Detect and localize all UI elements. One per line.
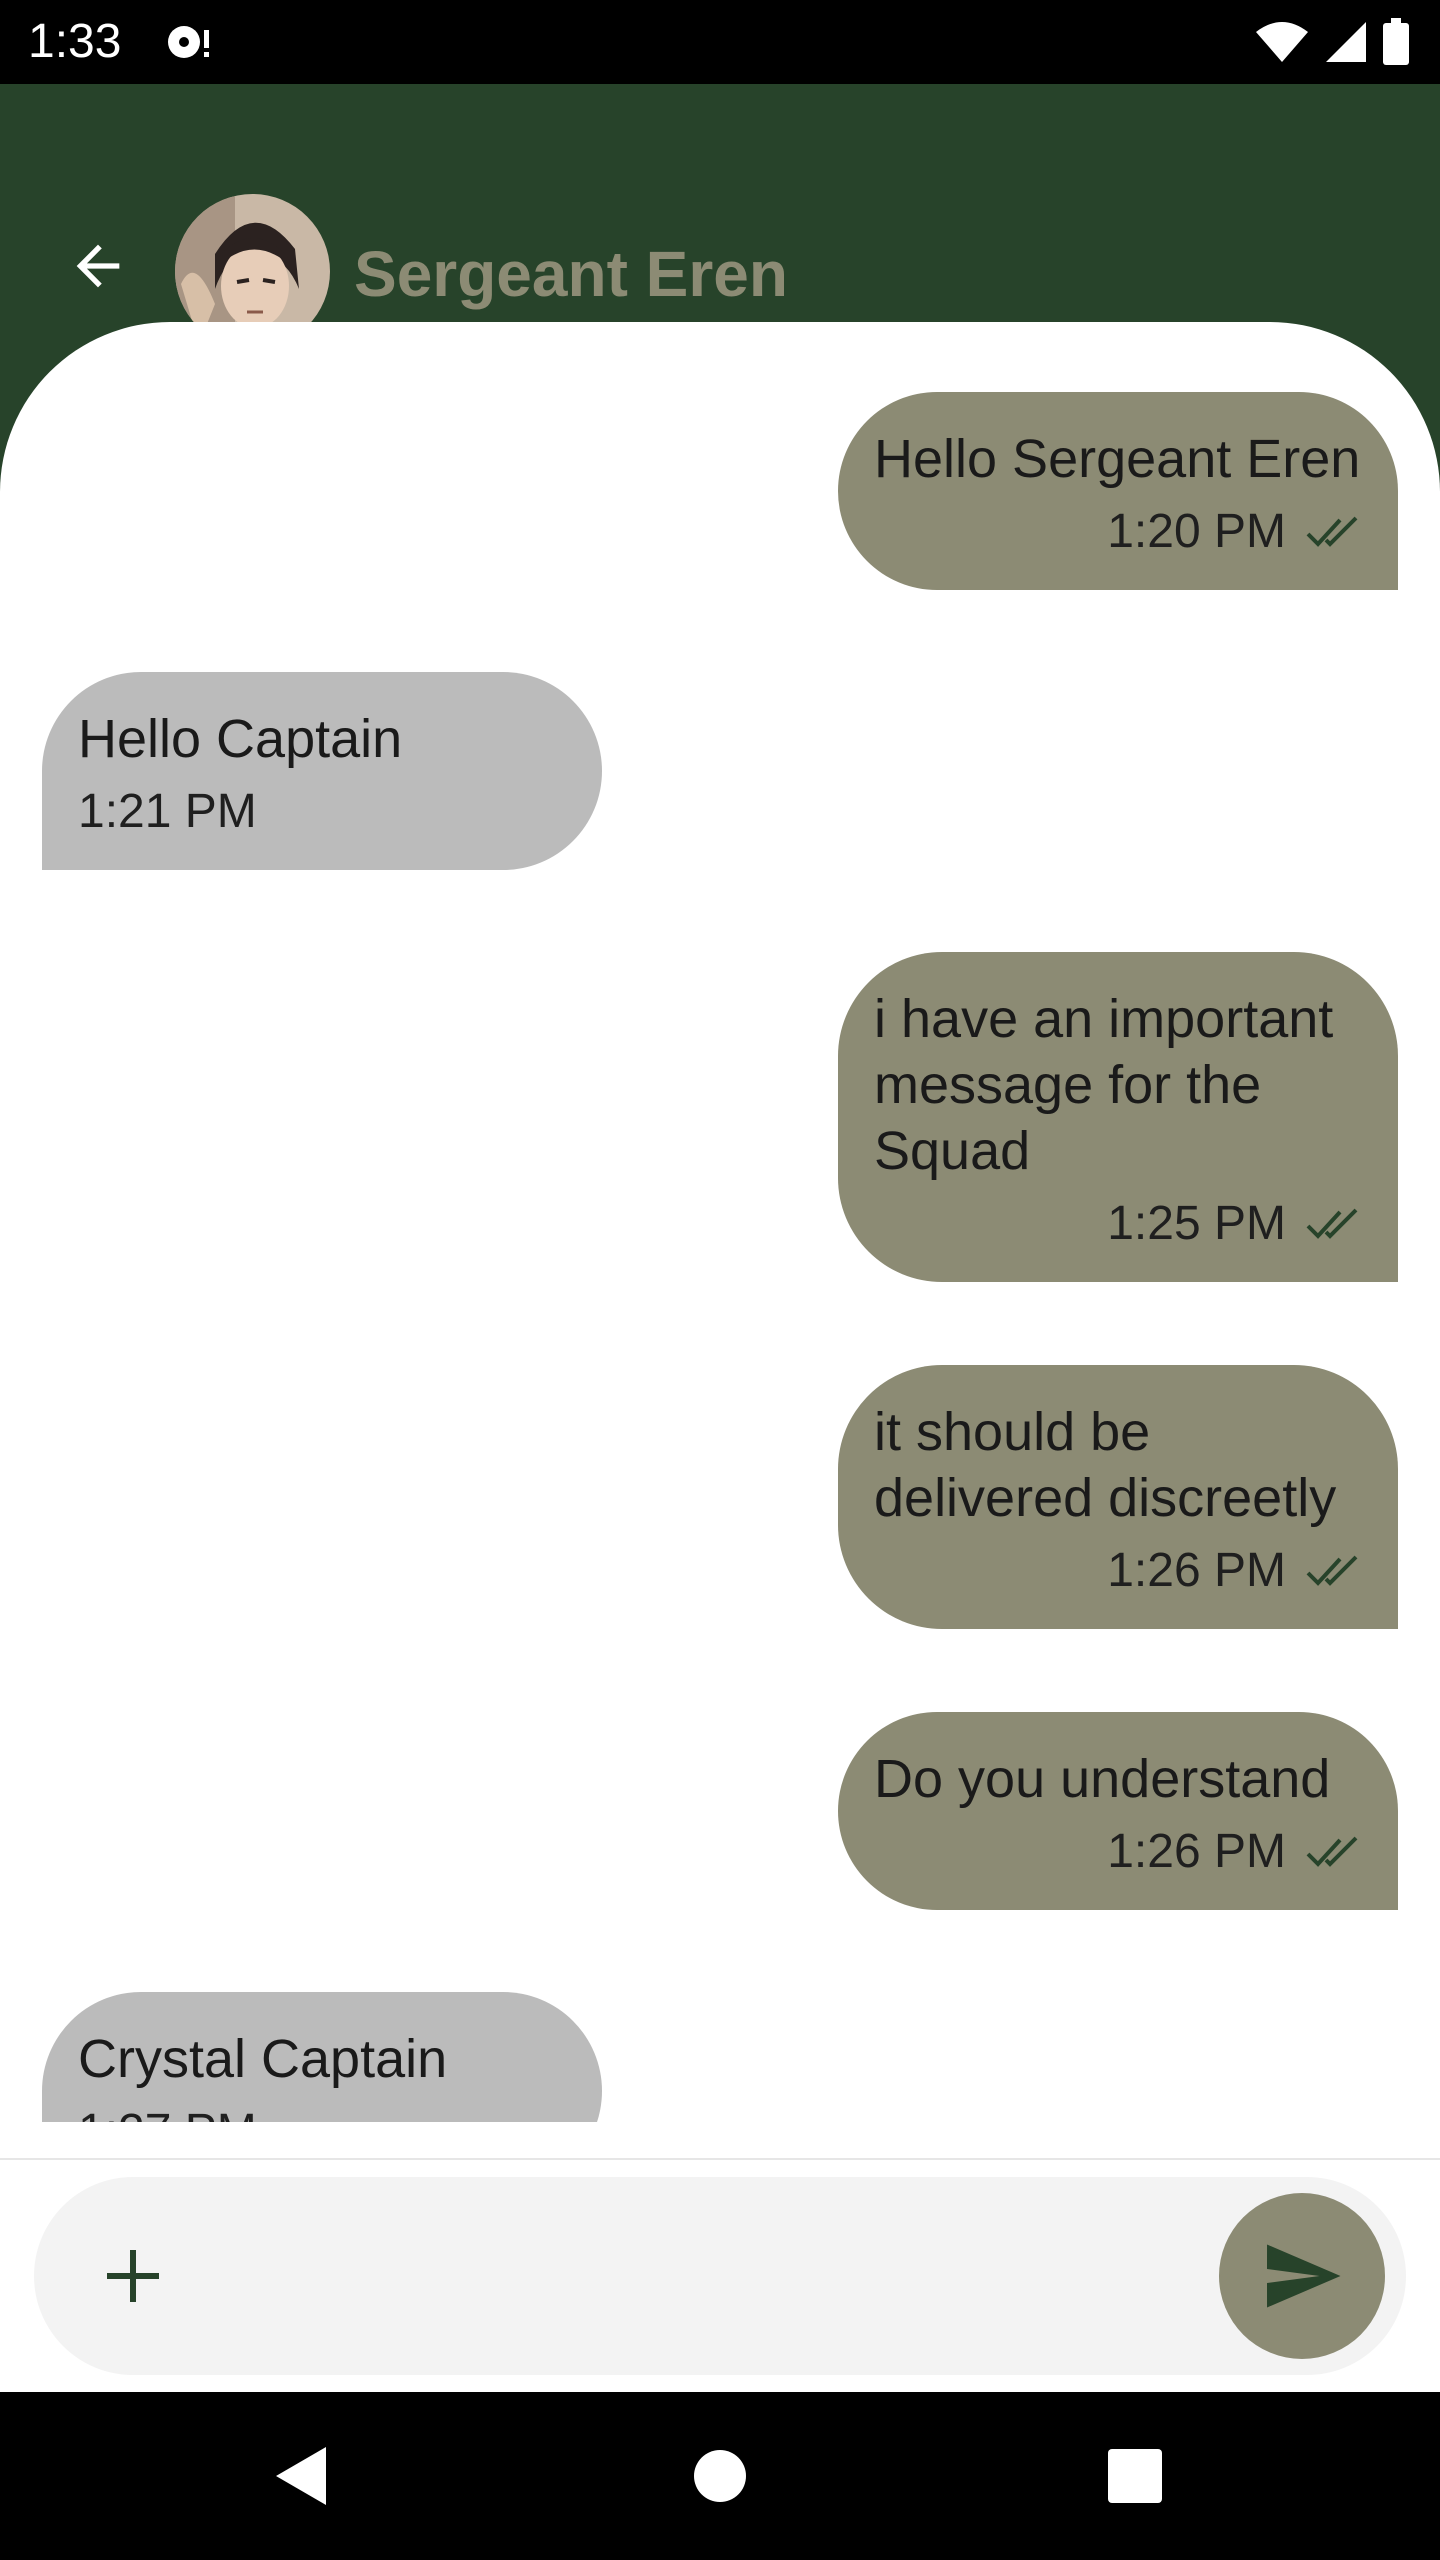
message-meta: 1:26 PM — [874, 1541, 1362, 1601]
message-text: Hello Captain — [78, 709, 403, 769]
nav-home-button[interactable] — [670, 2426, 770, 2526]
back-button[interactable] — [56, 224, 140, 308]
send-icon — [1267, 2244, 1341, 2308]
status-bar: 1:33 — [0, 0, 1440, 84]
send-button[interactable] — [1219, 2193, 1385, 2359]
message-meta: 1:27 PM — [78, 2102, 566, 2122]
message-meta: 1:21 PM — [78, 782, 566, 842]
message-text: Hello Sergeant Eren — [874, 429, 1361, 489]
message-text: Crystal Captain — [78, 2029, 448, 2089]
plus-icon — [107, 2250, 159, 2302]
message-time: 1:26 PM — [1107, 1825, 1286, 1878]
navigation-bar — [0, 2392, 1440, 2560]
status-indicators — [1254, 18, 1410, 66]
double-check-icon — [1306, 516, 1358, 547]
double-check-icon — [1306, 1208, 1358, 1239]
arrow-back-icon — [76, 244, 120, 288]
message-meta: 1:26 PM — [874, 1822, 1362, 1882]
message-text: it should be delivered discreetly — [874, 1402, 1337, 1528]
status-time: 1:33 — [28, 15, 122, 68]
message-meta: 1:20 PM — [874, 502, 1362, 562]
double-check-icon — [1306, 1836, 1358, 1867]
message-bubble-received[interactable]: Hello Captain 1:21 PM — [42, 672, 602, 870]
contact-name: Sergeant Eren — [354, 238, 788, 310]
wifi-icon — [1256, 22, 1308, 62]
message-time: 1:27 PM — [78, 2102, 257, 2122]
message-text: i have an important message for the Squa… — [874, 989, 1334, 1181]
message-time: 1:25 PM — [1107, 1197, 1286, 1250]
message-bubble-sent[interactable]: Do you understand 1:26 PM — [838, 1712, 1398, 1910]
nav-back-button[interactable] — [250, 2426, 350, 2526]
nav-back-icon — [276, 2447, 326, 2505]
add-attachment-button[interactable] — [84, 2227, 182, 2325]
chat-area[interactable]: Hello Sergeant Eren 1:20 PM Hello Captai… — [0, 322, 1440, 2122]
message-time: 1:21 PM — [78, 785, 257, 838]
battery-icon — [1383, 18, 1409, 65]
double-check-icon — [1306, 1555, 1358, 1586]
message-meta: 1:25 PM — [874, 1194, 1362, 1254]
cellular-signal-icon — [1326, 22, 1366, 62]
media-notification-icon — [168, 26, 209, 58]
message-bubble-sent[interactable]: it should be delivered discreetly 1:26 P… — [838, 1365, 1398, 1629]
message-bubble-sent[interactable]: i have an important message for the Squa… — [838, 952, 1398, 1282]
nav-home-icon — [694, 2450, 746, 2502]
message-bubble-received[interactable]: Crystal Captain 1:27 PM — [42, 1992, 602, 2122]
message-text: Do you understand — [874, 1749, 1331, 1809]
message-bubble-sent[interactable]: Hello Sergeant Eren 1:20 PM — [838, 392, 1398, 590]
nav-recents-button[interactable] — [1085, 2426, 1185, 2526]
message-input[interactable] — [204, 2217, 1204, 2335]
message-time: 1:26 PM — [1107, 1544, 1286, 1597]
composer-divider — [0, 2158, 1440, 2160]
nav-recents-icon — [1108, 2449, 1162, 2503]
composer — [34, 2177, 1406, 2375]
message-time: 1:20 PM — [1107, 505, 1286, 558]
